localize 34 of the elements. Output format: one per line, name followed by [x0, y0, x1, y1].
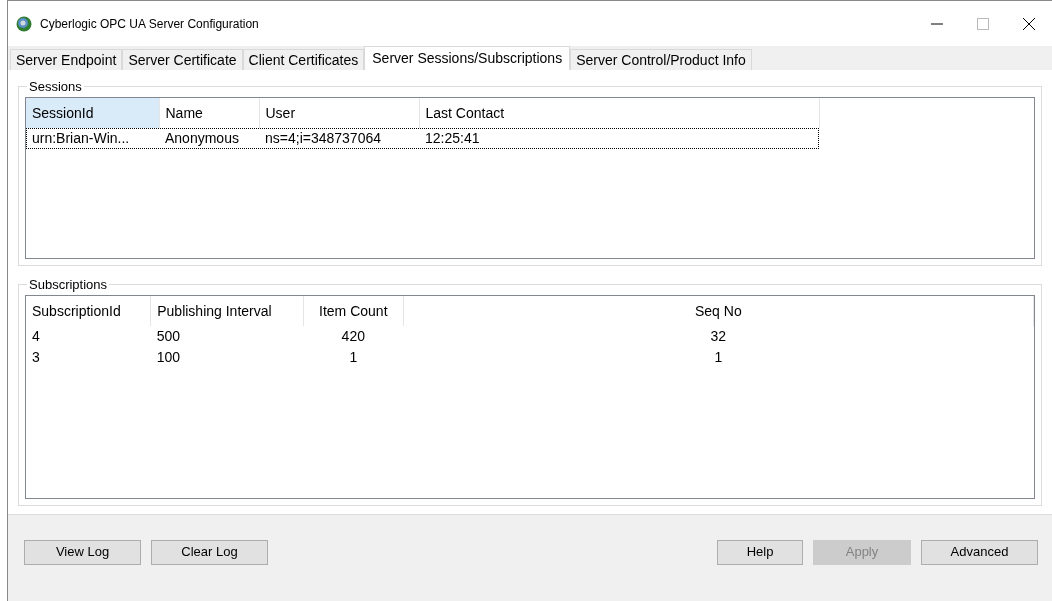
table-cell-text: 3: [31, 348, 41, 367]
column-header[interactable]: Last Contact: [419, 98, 819, 128]
action-button[interactable]: Help: [717, 539, 803, 565]
column-header[interactable]: User: [259, 98, 419, 128]
column-header[interactable]: Item Count: [303, 296, 404, 326]
table-cell: 12:25:41: [419, 128, 819, 149]
close-icon[interactable]: [1023, 17, 1035, 30]
table-cell: 420: [303, 326, 404, 347]
tab[interactable]: Server Sessions/Subscriptions: [364, 46, 571, 70]
table-cell-text: 100: [155, 348, 182, 367]
action-button[interactable]: Advanced: [921, 539, 1038, 565]
table-cell: Anonymous: [159, 128, 259, 149]
column-header[interactable]: Name: [159, 98, 259, 128]
app-logo-icon: [16, 15, 32, 32]
table-cell: 4: [26, 326, 151, 347]
table-cell: 500: [150, 326, 304, 347]
table-cell-text: 1: [713, 348, 724, 367]
action-button[interactable]: View Log: [24, 539, 141, 565]
table-cell-text: 1: [348, 348, 359, 367]
action-button[interactable]: Clear Log: [151, 539, 268, 565]
tab[interactable]: Server Endpoint: [10, 49, 123, 70]
column-header[interactable]: Seq No: [403, 296, 1034, 326]
tab[interactable]: Server Control/Product Info: [570, 49, 752, 70]
column-header[interactable]: SubscriptionId: [26, 296, 151, 326]
table-cell: ns=4;i=348737064: [259, 128, 419, 149]
table-cell: urn:Brian-Win...: [26, 128, 159, 149]
table-row[interactable]: urn:Brian-Win... Anonymous ns=4;i=348737064 12:25:41: [26, 128, 819, 149]
column-header[interactable]: Publishing Interval: [150, 296, 304, 326]
table-cell: 32: [403, 326, 1034, 347]
window-title: Cyberlogic OPC UA Server Configuration: [40, 15, 259, 33]
column-header[interactable]: SessionId: [26, 98, 159, 128]
minimize-icon[interactable]: [931, 22, 943, 25]
tab[interactable]: Server Certificate: [122, 49, 243, 70]
tab[interactable]: Client Certificates: [242, 49, 365, 70]
